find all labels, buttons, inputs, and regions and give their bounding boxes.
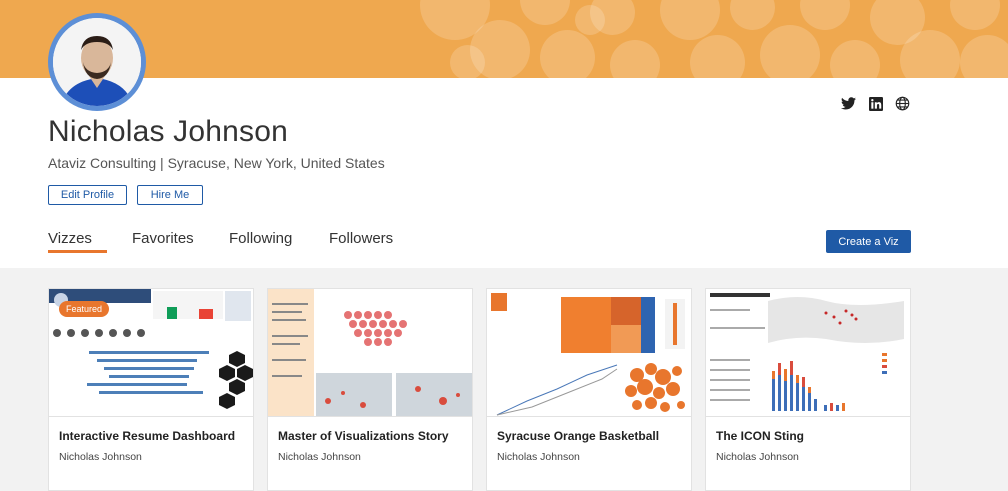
hire-me-button[interactable]: Hire Me xyxy=(137,185,203,205)
viz-thumbnail xyxy=(268,289,472,417)
edit-profile-button[interactable]: Edit Profile xyxy=(48,185,127,205)
featured-badge: Featured xyxy=(59,301,110,317)
viz-title[interactable]: Syracuse Orange Basketball xyxy=(497,429,659,443)
viz-thumbnail xyxy=(706,289,910,417)
twitter-icon[interactable] xyxy=(841,96,856,111)
viz-card[interactable]: The ICON Sting Nicholas Johnson xyxy=(705,288,911,491)
social-links xyxy=(841,96,910,111)
viz-card[interactable]: Syracuse Orange Basketball Nicholas John… xyxy=(486,288,692,491)
viz-title[interactable]: Interactive Resume Dashboard xyxy=(59,429,235,443)
tab-favorites[interactable]: Favorites xyxy=(132,230,194,247)
profile-subtitle: Ataviz Consulting | Syracuse, New York, … xyxy=(48,155,385,171)
tab-vizzes[interactable]: Vizzes xyxy=(48,230,92,247)
viz-title[interactable]: The ICON Sting xyxy=(716,429,804,443)
viz-author[interactable]: Nicholas Johnson xyxy=(716,451,799,463)
viz-thumbnail xyxy=(487,289,691,417)
create-viz-button[interactable]: Create a Viz xyxy=(826,230,911,253)
viz-author[interactable]: Nicholas Johnson xyxy=(497,451,580,463)
avatar xyxy=(48,13,146,111)
profile-banner xyxy=(0,0,1008,78)
tab-followers[interactable]: Followers xyxy=(329,230,393,247)
viz-author[interactable]: Nicholas Johnson xyxy=(59,451,142,463)
profile-name: Nicholas Johnson xyxy=(48,115,289,148)
viz-card[interactable]: Master of Visualizations Story Nicholas … xyxy=(267,288,473,491)
viz-author[interactable]: Nicholas Johnson xyxy=(278,451,361,463)
tab-following[interactable]: Following xyxy=(229,230,292,247)
active-tab-indicator xyxy=(48,250,107,253)
linkedin-icon[interactable] xyxy=(868,96,883,111)
viz-card[interactable]: Featured Interactive Resume Dashboard Ni… xyxy=(48,288,254,491)
avatar-photo xyxy=(53,18,141,106)
viz-title[interactable]: Master of Visualizations Story xyxy=(278,429,449,443)
globe-icon[interactable] xyxy=(895,96,910,111)
